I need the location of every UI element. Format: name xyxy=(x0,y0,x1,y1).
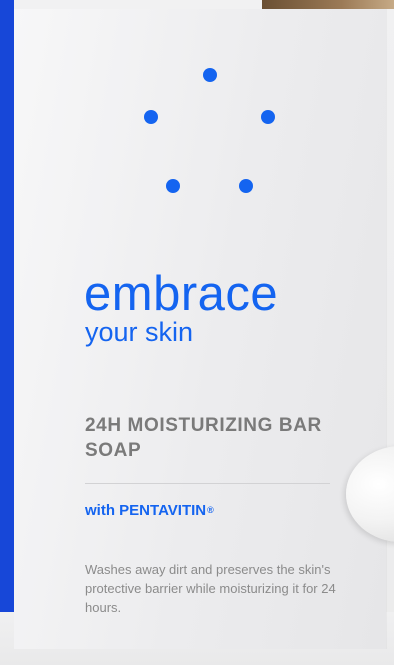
ingredient-prefix: with xyxy=(85,502,115,519)
brand-dot xyxy=(261,110,275,124)
brand-dot xyxy=(144,110,158,124)
wood-strip xyxy=(262,0,394,9)
divider xyxy=(85,483,330,484)
ingredient-line: with PENTAVITIN® xyxy=(85,501,214,521)
brand-dot xyxy=(166,179,180,193)
brand-dot xyxy=(203,68,217,82)
blue-side-band xyxy=(0,0,14,612)
product-description: Washes away dirt and preserves the skin'… xyxy=(85,562,336,615)
product-panel: embrace your skin 24H MOISTURIZING BAR S… xyxy=(0,0,394,665)
soap-box-face xyxy=(14,9,386,649)
subheadline: your skin xyxy=(85,317,194,347)
registered-mark: ® xyxy=(207,505,214,515)
headline: embrace xyxy=(84,267,279,321)
product-name: 24H MOISTURIZING BAR SOAP xyxy=(85,415,322,461)
ingredient-name: PENTAVITIN xyxy=(119,502,207,519)
brand-dot xyxy=(239,179,253,193)
